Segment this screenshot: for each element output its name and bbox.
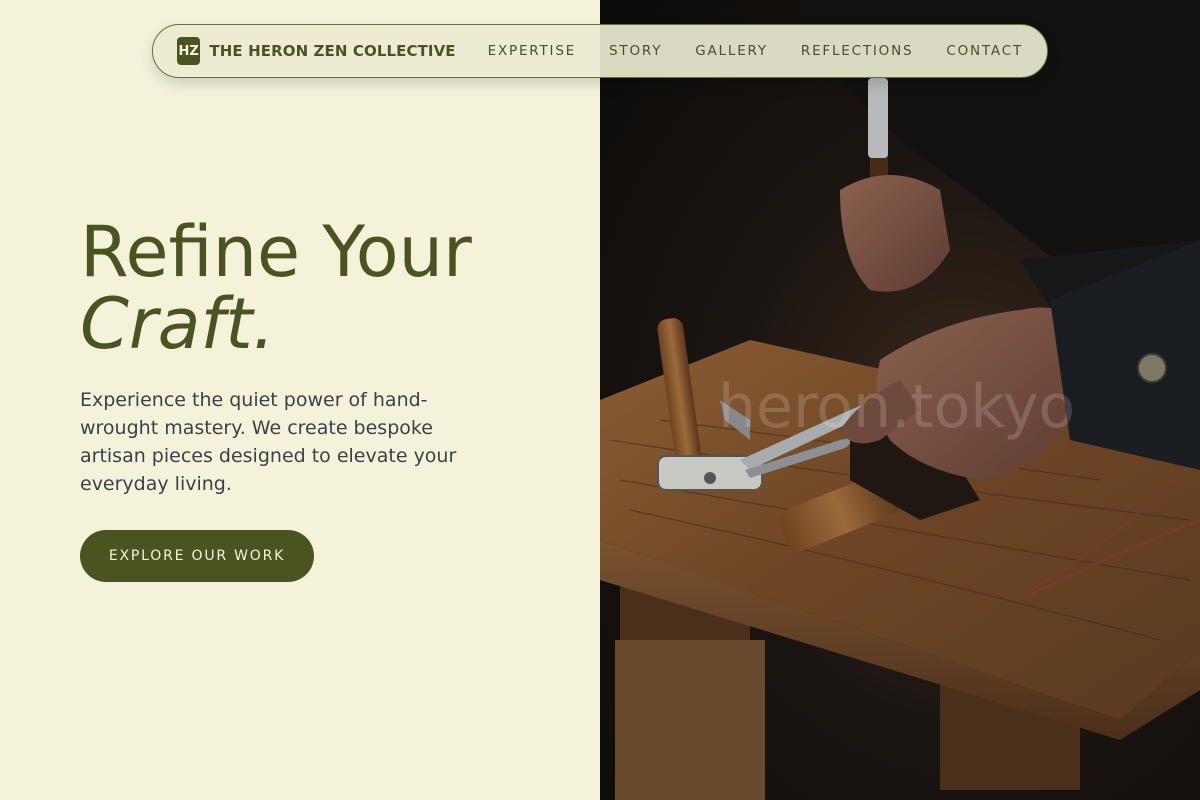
hero-image: heron.tokyo [600, 0, 1200, 800]
explore-work-button[interactable]: EXPLORE OUR WORK [80, 530, 314, 582]
top-navigation: HZ THE HERON ZEN COLLECTIVE EXPERTISE ST… [152, 24, 1048, 78]
hero-title-line2: Craft. [80, 283, 275, 365]
hero-description: Experience the quiet power of hand-wroug… [80, 389, 457, 495]
hero-title-line1: Refine Your [80, 211, 472, 293]
nav-link-expertise[interactable]: EXPERTISE [488, 43, 576, 59]
nav-link-reflections[interactable]: REFLECTIONS [801, 43, 913, 59]
hero-title: Refine Your Craft. [80, 216, 472, 360]
logo-badge[interactable]: HZ [177, 37, 201, 65]
brand-name[interactable]: THE HERON ZEN COLLECTIVE [209, 42, 455, 60]
nav-links: EXPERTISE STORY GALLERY REFLECTIONS CONT… [478, 43, 1023, 59]
nav-link-gallery[interactable]: GALLERY [695, 43, 768, 59]
nav-link-story[interactable]: STORY [609, 43, 662, 59]
image-watermark: heron.tokyo [718, 372, 1076, 442]
nav-link-contact[interactable]: CONTACT [946, 43, 1023, 59]
